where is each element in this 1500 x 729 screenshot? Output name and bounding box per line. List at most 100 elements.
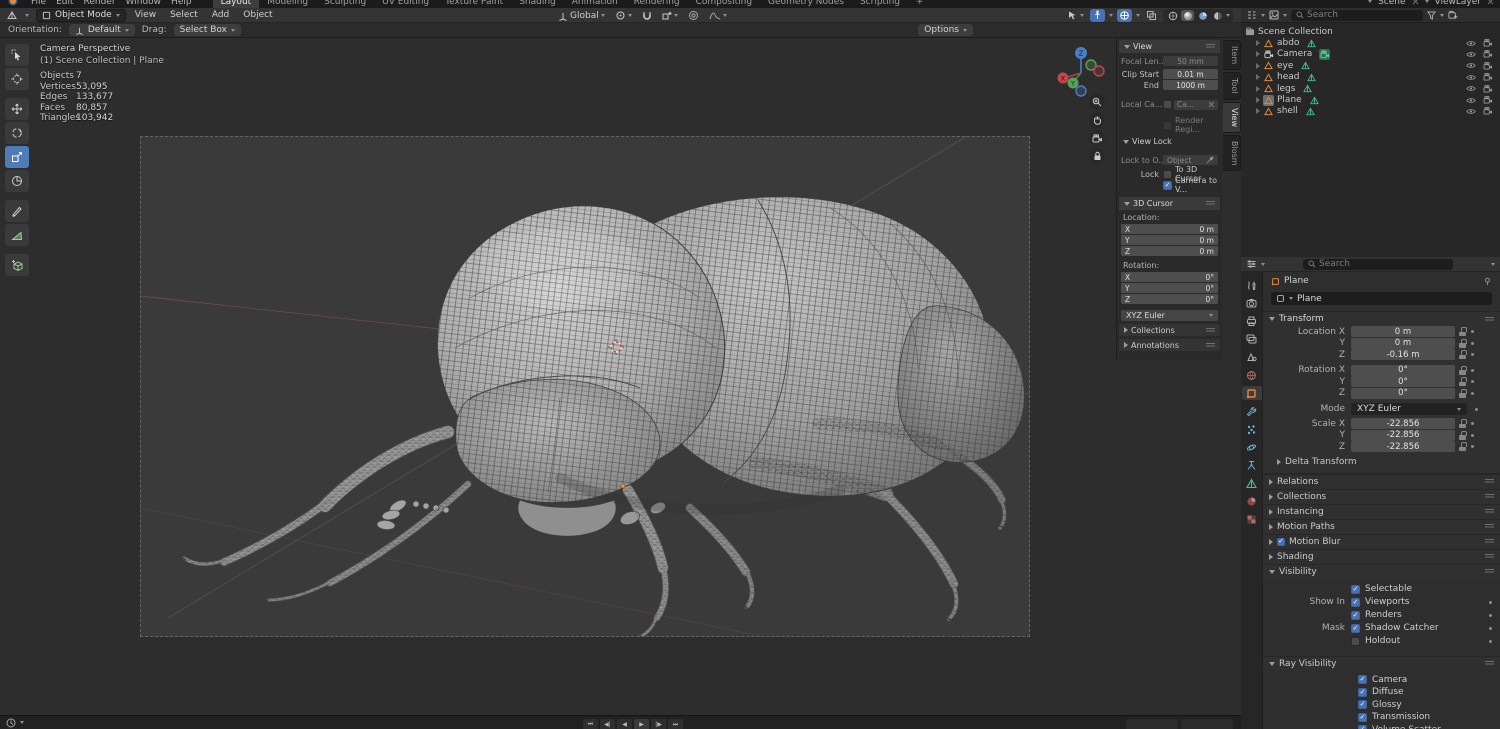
cursor-panel-header[interactable]: 3D Cursor — [1119, 197, 1220, 210]
remove-viewlayer-icon[interactable] — [1487, 0, 1494, 5]
workspace-tab[interactable]: Rendering — [626, 0, 688, 8]
workspace-tab[interactable]: Shading — [511, 0, 564, 8]
navigation-gizmo[interactable]: Z X Y — [1053, 41, 1109, 97]
orientation-dropdown[interactable]: Default — [69, 24, 135, 36]
animate-dot[interactable] — [1475, 408, 1478, 411]
mode-dropdown[interactable]: Object Mode — [36, 9, 126, 22]
outliner-object-row[interactable]: head — [1245, 72, 1496, 83]
animate-dot[interactable] — [1471, 392, 1474, 395]
viewport-menu-item[interactable]: Select — [168, 10, 200, 20]
pan-button[interactable] — [1089, 112, 1105, 128]
lock-icon[interactable] — [1459, 377, 1467, 386]
view-lock-header[interactable]: View Lock — [1123, 137, 1216, 146]
expand-icon[interactable] — [1256, 97, 1260, 103]
clip-end-field[interactable]: 1000 m — [1163, 80, 1218, 90]
tab-object[interactable] — [1242, 386, 1262, 400]
prev-key-button[interactable]: ◀| — [600, 719, 615, 729]
tab-particles[interactable] — [1242, 422, 1262, 436]
value-field[interactable]: 0 m — [1351, 338, 1455, 349]
euler-order-dropdown[interactable]: XYZ Euler — [1121, 310, 1218, 321]
ray-checkbox[interactable] — [1358, 688, 1367, 697]
animate-dot[interactable] — [1471, 353, 1474, 356]
hide-viewport-eye-icon[interactable] — [1466, 97, 1476, 104]
cursor-axis-field[interactable]: Y0° — [1121, 283, 1218, 293]
value-field[interactable]: 0 m — [1351, 326, 1455, 337]
hide-viewport-eye-icon[interactable] — [1466, 85, 1476, 92]
timeline-editor-caret[interactable] — [20, 721, 24, 724]
tool-cursor[interactable] — [5, 68, 29, 90]
expand-icon[interactable] — [1256, 63, 1260, 69]
expand-icon[interactable] — [1256, 74, 1260, 80]
workspace-tab[interactable]: Texture Paint — [437, 0, 511, 8]
panel-header[interactable]: Shading — [1263, 549, 1500, 564]
properties-editor-icon[interactable] — [1246, 259, 1257, 269]
transform-orientation-dropdown[interactable]: Global — [556, 9, 607, 22]
menu-item[interactable]: File — [26, 0, 51, 7]
hide-viewport-eye-icon[interactable] — [1466, 62, 1476, 69]
menu-item[interactable]: Help — [166, 0, 197, 7]
expand-icon[interactable] — [1256, 86, 1260, 92]
outliner-object-row[interactable]: Plane — [1245, 94, 1496, 105]
ray-visibility-header[interactable]: Ray Visibility — [1263, 656, 1500, 671]
disable-render-camera-icon[interactable] — [1483, 96, 1493, 104]
disable-render-camera-icon[interactable] — [1483, 73, 1493, 81]
outliner-object-row[interactable]: legs — [1245, 83, 1496, 94]
workspace-tab[interactable]: Animation — [564, 0, 626, 8]
breadcrumb-object[interactable]: Plane — [1284, 276, 1309, 286]
snap-toggle[interactable] — [640, 9, 654, 22]
outliner-editor-caret[interactable] — [1261, 14, 1265, 17]
animate-dot[interactable] — [1471, 330, 1474, 333]
lock-icon[interactable] — [1459, 327, 1467, 336]
animate-dot[interactable] — [1489, 627, 1492, 630]
snap-target-dropdown[interactable] — [660, 9, 680, 22]
show-overlays-toggle[interactable] — [1117, 9, 1132, 22]
n-panel-tab[interactable]: Item — [1223, 40, 1241, 70]
tool-transform[interactable] — [5, 170, 29, 192]
outliner-editor-icon[interactable] — [1246, 10, 1257, 20]
shading-wireframe-button[interactable] — [1166, 10, 1179, 21]
cursor-axis-field[interactable]: X0 m — [1121, 224, 1218, 234]
value-field[interactable]: -22.856 — [1351, 418, 1455, 429]
tab-physics[interactable] — [1242, 440, 1262, 454]
tab-world[interactable] — [1242, 368, 1262, 382]
lock-icon[interactable] — [1459, 389, 1467, 398]
scene-icon[interactable] — [1368, 0, 1372, 3]
animate-dot[interactable] — [1471, 445, 1474, 448]
shading-material-button[interactable] — [1196, 10, 1209, 21]
delta-transform-header[interactable]: Delta Transform — [1263, 456, 1500, 469]
ray-checkbox[interactable] — [1358, 725, 1367, 729]
animate-dot[interactable] — [1489, 640, 1492, 643]
workspace-tab[interactable]: Scripting — [852, 0, 908, 8]
pivot-point-dropdown[interactable] — [613, 9, 634, 22]
collapsed-panel-header[interactable]: Collections — [1119, 324, 1220, 336]
object-name-field[interactable]: Plane — [1271, 292, 1492, 305]
render-region-checkbox[interactable] — [1163, 121, 1172, 130]
local-camera-checkbox[interactable] — [1163, 100, 1172, 109]
disable-render-camera-icon[interactable] — [1483, 39, 1493, 47]
tab-output[interactable] — [1242, 314, 1262, 328]
workspace-tab[interactable]: Geometry Nodes — [760, 0, 852, 8]
properties-search[interactable]: Search — [1303, 259, 1453, 270]
value-field[interactable]: 0° — [1351, 365, 1455, 376]
panel-header[interactable]: Motion Paths — [1263, 519, 1500, 534]
play-reverse-button[interactable]: ◀ — [617, 719, 632, 729]
lock-icon[interactable] — [1459, 366, 1467, 375]
value-field[interactable]: -0.16 m — [1351, 349, 1455, 360]
workspace-tab[interactable]: Compositing — [688, 0, 760, 8]
workspace-tab[interactable]: UV Editing — [374, 0, 437, 8]
cursor-axis-field[interactable]: Z0 m — [1121, 246, 1218, 256]
ray-checkbox[interactable] — [1358, 675, 1367, 684]
panel-header[interactable]: Relations — [1263, 474, 1500, 489]
expand-icon[interactable] — [1256, 108, 1260, 114]
ray-checkbox[interactable] — [1358, 713, 1367, 722]
n-panel-tab[interactable]: View — [1223, 102, 1241, 133]
tool-rotate[interactable] — [5, 122, 29, 144]
jump-start-button[interactable]: ⏮ — [583, 719, 598, 729]
timeline-editor-icon[interactable] — [6, 718, 16, 728]
viewport-menu-item[interactable]: View — [133, 10, 158, 20]
filter-caret[interactable] — [1440, 14, 1444, 17]
view-panel-header[interactable]: View — [1119, 40, 1220, 53]
proportional-editing-toggle[interactable] — [686, 9, 701, 22]
value-field[interactable]: 0° — [1351, 376, 1455, 387]
pin-icon[interactable] — [1483, 277, 1492, 286]
